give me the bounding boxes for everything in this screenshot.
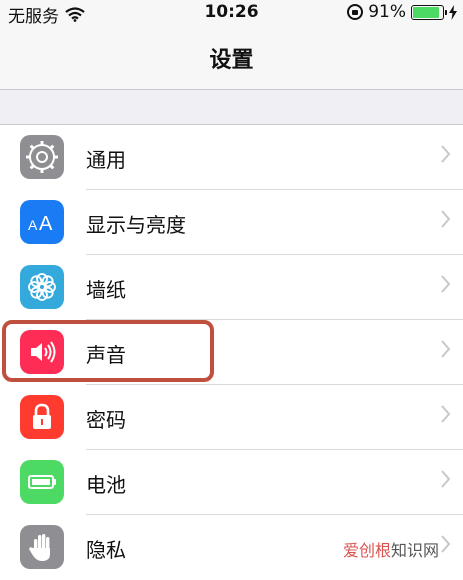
battery-percent: 91% [368,2,406,22]
settings-label-passcode: 密码 [86,408,126,432]
settings-label-general: 通用 [86,148,126,172]
settings-label-display-brightness: 显示与亮度 [86,213,186,237]
settings-label-wallpaper: 墙纸 [86,278,126,302]
charging-bolt-icon [449,4,457,20]
settings-row-battery[interactable]: 电池 [0,450,463,515]
chevron-right-icon [441,340,451,358]
rotation-lock-icon [347,4,364,20]
text-size-icon: A A [20,200,64,244]
page-title: 设置 [209,48,254,73]
battery-icon [20,460,64,504]
battery-icon [411,4,447,20]
watermark-suffix: 知识网 [390,541,439,560]
chevron-right-icon [441,535,451,553]
chevron-right-icon [441,470,451,488]
chevron-right-icon [441,275,451,293]
chevron-right-icon [441,405,451,423]
settings-row-display-brightness[interactable]: A A 显示与亮度 [0,190,463,255]
highlight-box [2,320,214,382]
status-bar: 无服务 10:26 91% [0,0,463,27]
flower-icon [20,265,64,309]
hand-icon [20,525,64,569]
settings-row-wallpaper[interactable]: 墙纸 [0,255,463,320]
watermark-brand: 爱创根 [342,541,391,560]
gear-icon [20,135,64,179]
settings-label-battery: 电池 [86,473,126,497]
battery-fill [413,6,440,18]
settings-row-passcode[interactable]: 密码 [0,385,463,450]
svg-text:A: A [39,213,53,235]
chevron-right-icon [441,210,451,228]
svg-text:A: A [28,217,38,233]
settings-row-general[interactable]: 通用 [0,125,463,190]
settings-label-privacy: 隐私 [86,538,126,562]
lock-icon [20,395,64,439]
navigation-bar: 设置 [0,26,463,90]
chevron-right-icon [441,145,451,163]
watermark: 爱创根知识网 [342,537,439,561]
